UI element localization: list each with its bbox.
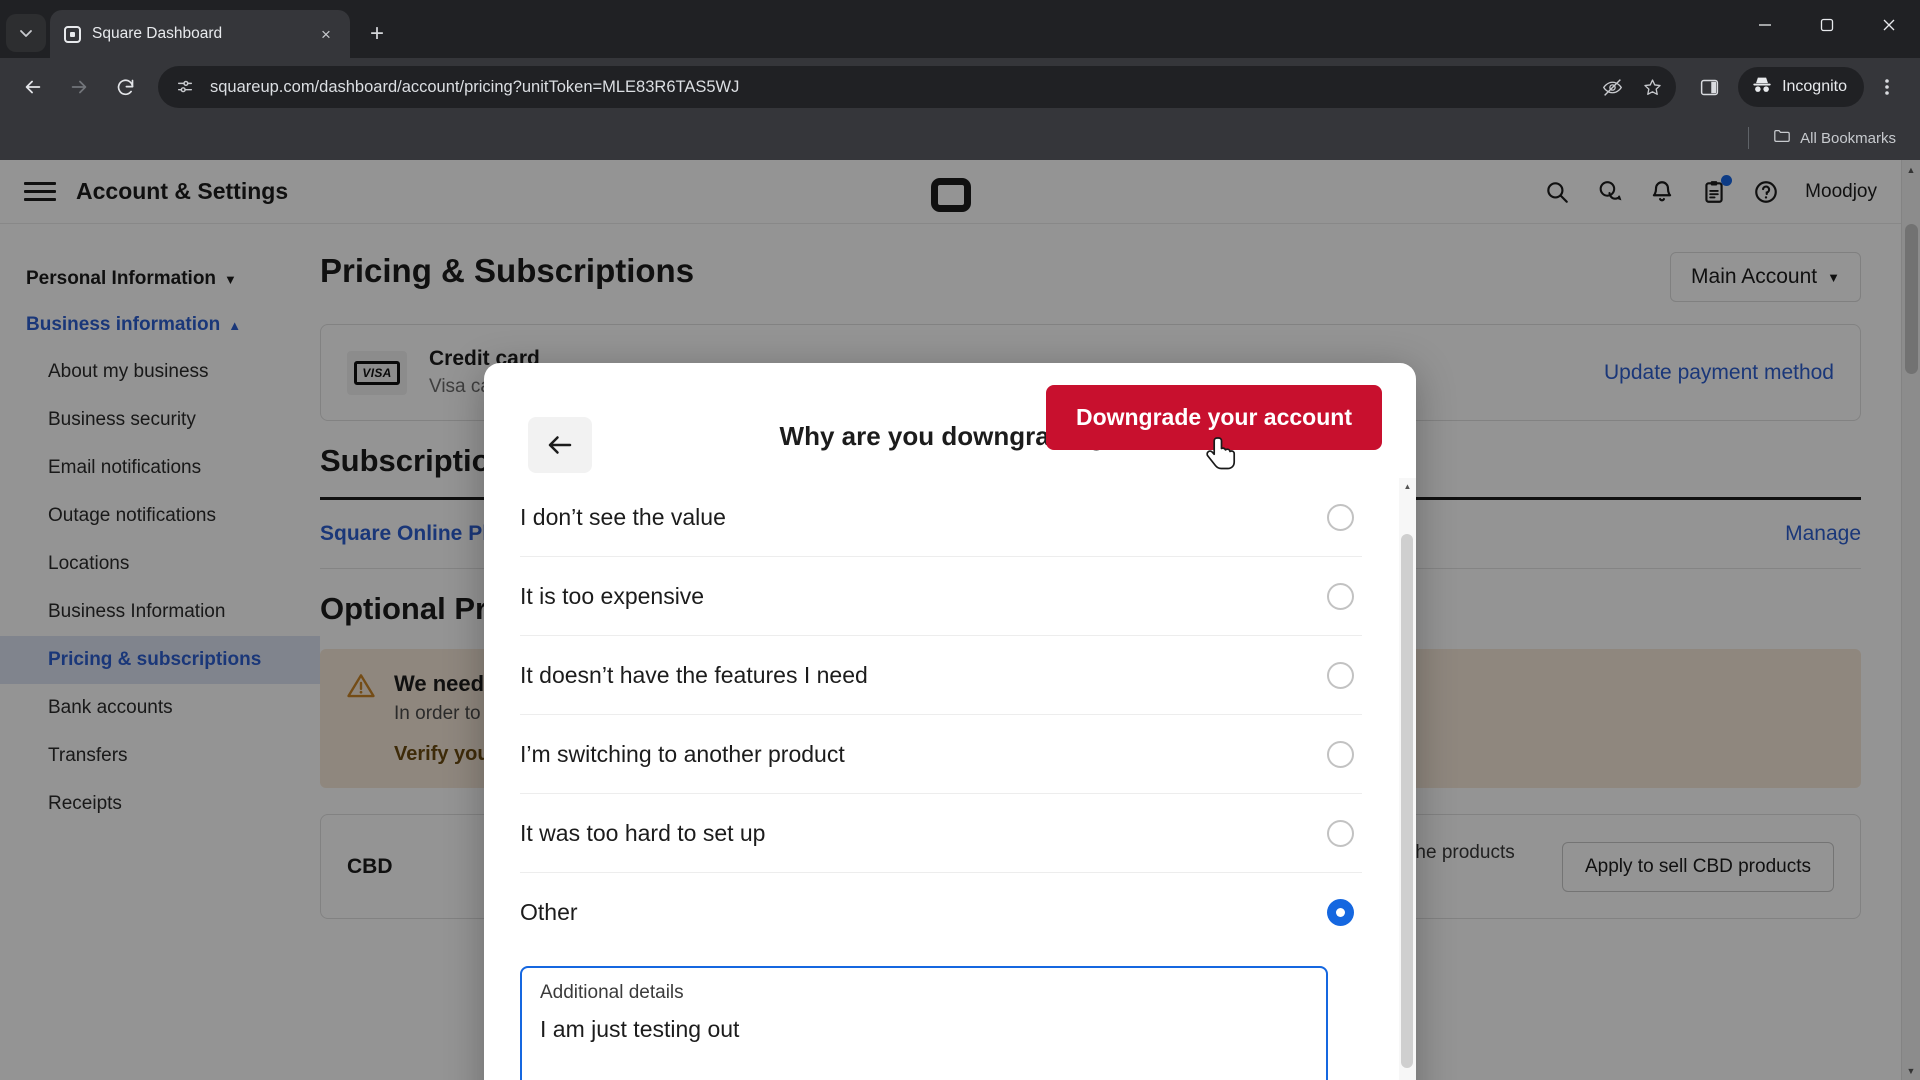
url-text: squareup.com/dashboard/account/pricing?u… [210,77,740,96]
minimize-icon[interactable] [1734,0,1796,50]
toolbar-right-actions: Incognito [1688,66,1908,108]
page-info-icon[interactable] [172,74,198,100]
reason-option-row[interactable]: It doesn’t have the features I need [520,636,1362,715]
bookmarks-bar: All Bookmarks [0,116,1920,160]
close-icon[interactable] [1858,0,1920,50]
modal-scroll-area: I don’t see the value It is too expensiv… [484,478,1416,1080]
three-dot-menu-icon[interactable] [1866,66,1908,108]
side-panel-icon[interactable] [1688,66,1730,108]
reason-options-list: I don’t see the value It is too expensiv… [520,478,1396,1080]
reason-option-label: It was too hard to set up [520,819,766,846]
reason-option-label: I’m switching to another product [520,740,845,767]
page-viewport: Account & Settings Moodjoy Personal Info… [0,160,1920,1080]
reason-option-label: I don’t see the value [520,503,726,530]
tab-search-button[interactable] [6,14,46,52]
reason-option-row[interactable]: It was too hard to set up [520,794,1362,873]
reason-option-row[interactable]: It is too expensive [520,557,1362,636]
divider [1748,127,1750,149]
reason-option-label: Other [520,899,578,925]
close-icon[interactable]: × [314,22,338,46]
reason-option-row[interactable]: I don’t see the value [520,478,1362,557]
radio-button[interactable] [1327,661,1354,689]
radio-button[interactable] [1327,582,1354,610]
tab-strip: Square Dashboard × + [0,0,1920,58]
back-arrow-icon[interactable] [12,66,54,108]
browser-tab[interactable]: Square Dashboard × [50,10,350,58]
back-arrow-icon [528,417,592,473]
browser-window: Square Dashboard × + squareup.com/dashbo… [0,0,1920,1080]
modal-header: Why are you downgrading? Downgrade your … [484,363,1416,478]
reason-option-label: It doesn’t have the features I need [520,661,868,688]
scroll-up-arrow-icon[interactable]: ▲ [1399,478,1416,495]
folder-icon [1773,127,1791,149]
browser-toolbar: squareup.com/dashboard/account/pricing?u… [0,58,1920,116]
incognito-indicator[interactable]: Incognito [1738,67,1864,107]
maximize-icon[interactable] [1796,0,1858,50]
reload-icon[interactable] [104,66,146,108]
reason-option-row[interactable]: Other [520,873,1362,952]
scrollbar-thumb[interactable] [1401,534,1413,1068]
forward-arrow-icon [58,66,100,108]
star-icon[interactable] [1634,69,1670,105]
additional-details-textarea[interactable]: Additional details I am just testing out [520,966,1328,1080]
downgrade-reason-modal: Why are you downgrading? Downgrade your … [484,363,1416,1080]
all-bookmarks-button[interactable]: All Bookmarks [1765,123,1904,153]
tab-title: Square Dashboard [92,25,223,42]
new-tab-button[interactable]: + [360,17,394,51]
additional-details-label: Additional details [540,982,684,1003]
window-controls [1734,0,1920,50]
additional-details-value: I am just testing out [540,1016,740,1042]
eye-slash-icon[interactable] [1594,69,1630,105]
radio-button[interactable] [1327,819,1354,847]
incognito-hat-icon [1751,74,1773,101]
radio-button[interactable] [1327,740,1354,768]
reason-option-row[interactable]: I’m switching to another product [520,715,1362,794]
radio-button[interactable] [1327,503,1354,531]
radio-button-selected[interactable] [1327,899,1354,926]
address-bar[interactable]: squareup.com/dashboard/account/pricing?u… [158,66,1677,108]
incognito-label: Incognito [1782,78,1847,95]
square-logo-icon [62,24,82,44]
modal-back-button[interactable] [528,417,592,473]
reason-option-label: It is too expensive [520,582,705,609]
downgrade-your-account-button[interactable]: Downgrade your account [1045,385,1382,450]
all-bookmarks-label: All Bookmarks [1800,129,1896,147]
modal-scrollbar[interactable]: ▲ ▼ [1399,478,1416,1080]
